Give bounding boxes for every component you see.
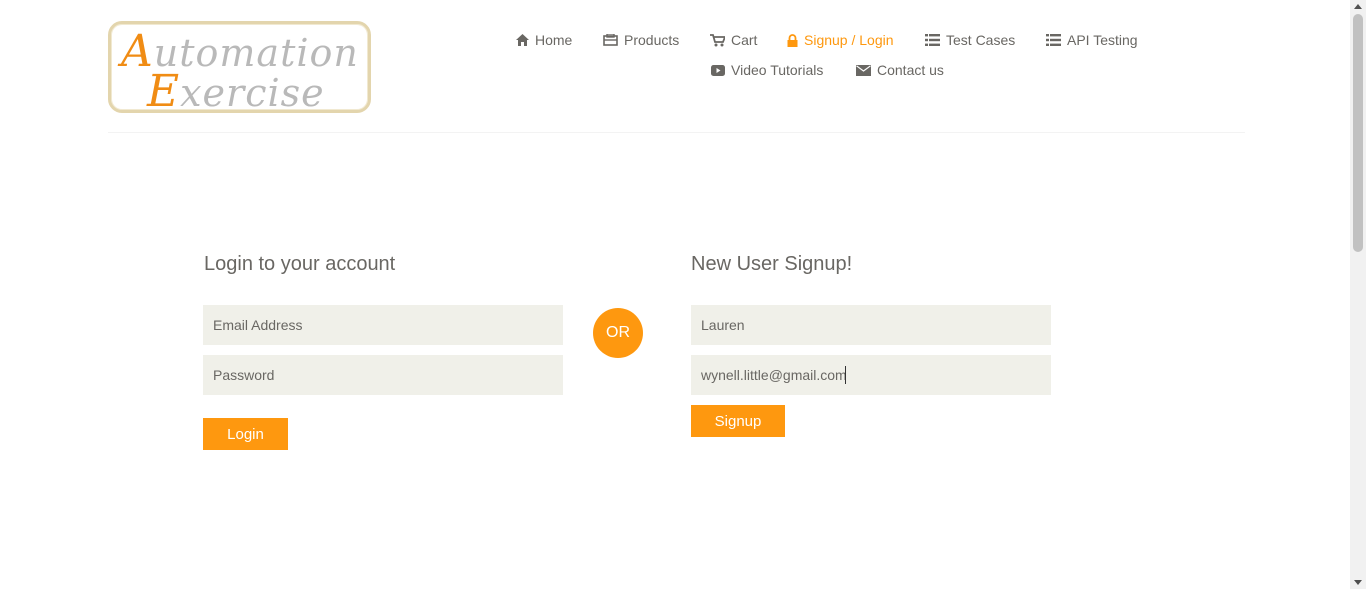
- envelope-icon: [856, 64, 871, 76]
- signup-button[interactable]: Signup: [691, 405, 785, 437]
- products-icon: [603, 34, 618, 46]
- text-caret: [845, 366, 846, 384]
- nav-contact-us[interactable]: Contact us: [856, 60, 944, 80]
- login-button[interactable]: Login: [203, 418, 288, 450]
- list-icon: [925, 34, 940, 46]
- or-divider: OR: [593, 308, 643, 358]
- signup-email-input[interactable]: [691, 355, 1051, 395]
- nav-cart[interactable]: Cart: [710, 30, 757, 50]
- nav-home-label: Home: [535, 32, 573, 48]
- login-email-input[interactable]: [203, 305, 563, 345]
- login-password-input[interactable]: [203, 355, 563, 395]
- signup-heading: New User Signup!: [691, 253, 853, 275]
- list-icon: [1046, 34, 1061, 46]
- nav-test-cases-label: Test Cases: [946, 32, 1016, 48]
- header-divider: [108, 132, 1245, 133]
- nav-api-testing-label: API Testing: [1067, 32, 1138, 48]
- nav-contact-us-label: Contact us: [877, 62, 944, 78]
- scroll-down-arrow-icon[interactable]: [1354, 580, 1362, 585]
- nav-products-label: Products: [624, 32, 680, 48]
- scroll-up-arrow-icon[interactable]: [1354, 4, 1362, 9]
- nav-signup-login[interactable]: Signup / Login: [787, 30, 894, 50]
- nav-cart-label: Cart: [731, 32, 758, 48]
- nav-video-tutorials-label: Video Tutorials: [731, 62, 824, 78]
- nav-video-tutorials[interactable]: Video Tutorials: [711, 60, 823, 80]
- nav-test-cases[interactable]: Test Cases: [925, 30, 1015, 50]
- nav-home[interactable]: Home: [516, 30, 572, 50]
- nav-api-testing[interactable]: API Testing: [1046, 30, 1138, 50]
- home-icon: [516, 34, 529, 46]
- vertical-scrollbar[interactable]: [1350, 0, 1366, 589]
- main-nav: Home Products Cart Signup / Login Test C…: [0, 0, 1350, 100]
- lock-icon: [787, 33, 798, 47]
- cart-icon: [710, 33, 725, 46]
- login-heading: Login to your account: [204, 253, 396, 275]
- youtube-icon: [711, 64, 725, 76]
- scroll-thumb[interactable]: [1353, 14, 1363, 252]
- nav-signup-login-label: Signup / Login: [804, 32, 894, 48]
- nav-products[interactable]: Products: [603, 30, 679, 50]
- signup-name-input[interactable]: [691, 305, 1051, 345]
